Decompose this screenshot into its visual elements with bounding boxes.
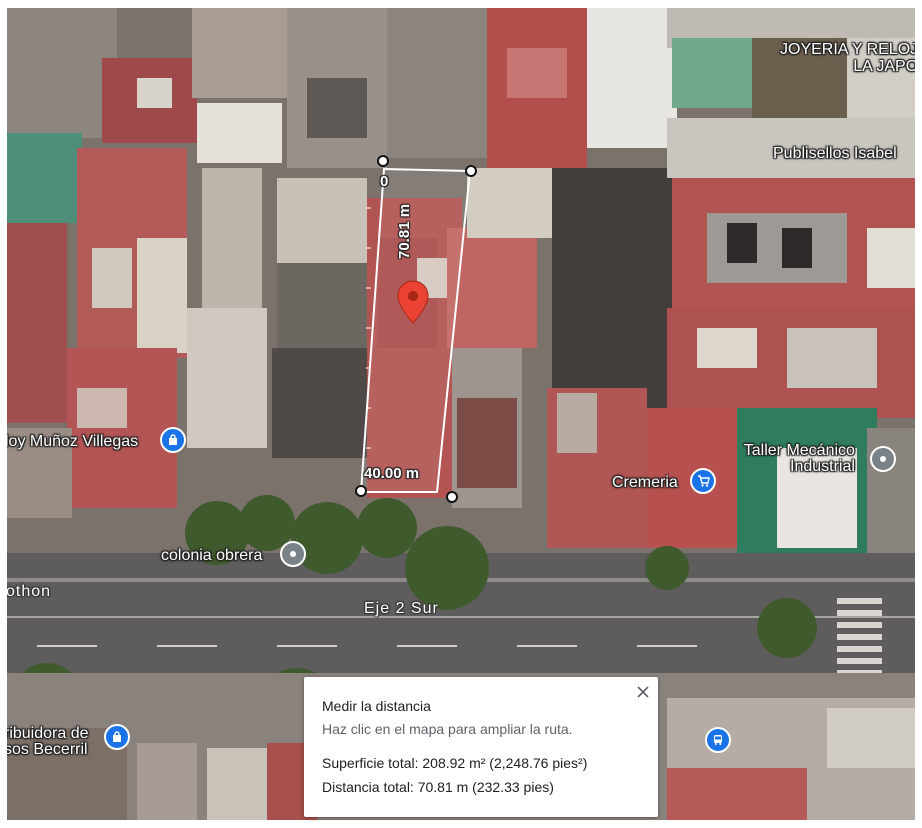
place-label-joyeria[interactable]: JOYERIA Y RELOJ LA JAPO — [780, 41, 915, 75]
bus-icon[interactable] — [705, 727, 731, 753]
place-label-joyeria-line1: JOYERIA Y RELOJ — [780, 41, 915, 58]
panel-subtitle: Haz clic en el mapa para ampliar la ruta… — [322, 721, 573, 737]
place-label-taller-line1: Taller Mecánico — [743, 442, 855, 459]
place-label-munoz-villegas[interactable]: loy Muñoz Villegas — [7, 433, 138, 451]
shopping-bag-icon[interactable] — [160, 427, 186, 453]
measurement-vertex[interactable] — [355, 485, 367, 497]
place-label-taller-line2: Industrial — [790, 458, 855, 475]
place-label-distribuidora[interactable]: ribuidora de sos Becerril — [7, 726, 89, 758]
place-label-joyeria-line2: LA JAPO — [853, 58, 915, 75]
place-label-distribuidora-line2: sos Becerril — [7, 741, 88, 758]
measurement-vertex[interactable] — [377, 155, 389, 167]
shopping-bag-icon[interactable] — [104, 724, 130, 750]
place-label-taller[interactable]: Taller Mecánico Industrial — [740, 443, 855, 475]
panel-title: Medir la distancia — [322, 698, 431, 714]
place-pin-icon[interactable] — [870, 446, 896, 472]
place-label-cremeria[interactable]: Cremeria — [612, 474, 678, 492]
street-label-othon: othon — [7, 583, 52, 600]
measurement-width-label: 40.00 m — [364, 465, 420, 482]
place-label-distribuidora-line1: ribuidora de — [7, 725, 89, 742]
place-pin-icon[interactable] — [280, 541, 306, 567]
total-area: Superficie total: 208.92 m² (2,248.76 pi… — [322, 755, 588, 771]
street-label-eje-2-sur: Eje 2 Sur — [364, 600, 439, 617]
measure-distance-panel: Medir la distancia Haz clic en el mapa p… — [304, 677, 658, 817]
measurement-length-label: 70.81 m — [396, 203, 413, 259]
close-icon[interactable] — [632, 681, 654, 703]
place-label-publisellos[interactable]: Publisellos Isabel — [773, 145, 897, 163]
total-distance: Distancia total: 70.81 m (232.33 pies) — [322, 779, 554, 795]
measurement-vertex[interactable] — [446, 491, 458, 503]
measurement-start-label: 0 — [380, 173, 389, 190]
red-map-marker-icon[interactable] — [397, 280, 429, 324]
place-label-colonia-obrera[interactable]: colonia obrera — [161, 547, 262, 565]
measurement-vertex[interactable] — [465, 165, 477, 177]
shopping-cart-icon[interactable] — [690, 468, 716, 494]
